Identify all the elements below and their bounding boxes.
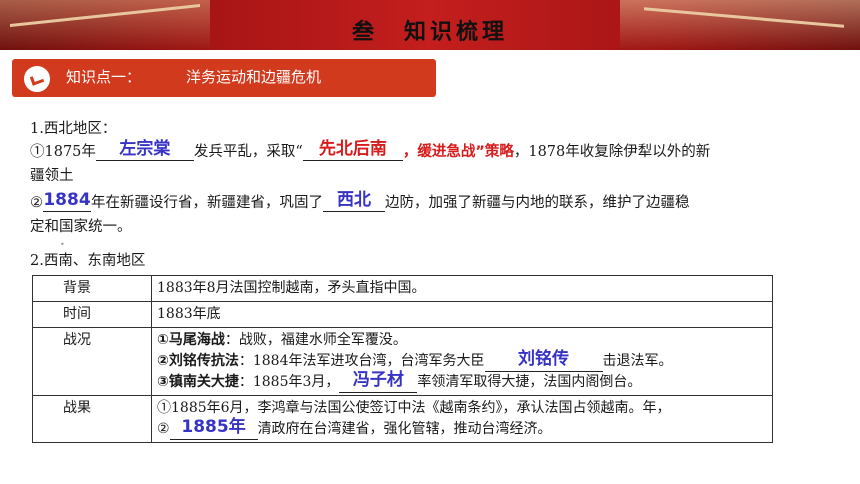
answer-year: 1884 [43, 190, 91, 210]
table-row: 战况 ①马尾海战：战败，福建水师全军覆没。 ②刘铭传抗法：1884年法军进攻台湾… [32, 327, 773, 396]
answer-general: 冯子材 [352, 370, 404, 390]
answer-strategy: 先北后南 [318, 139, 387, 159]
page-title: 叁 知识梳理 [351, 20, 508, 45]
row-text-time: 1883年底 [151, 301, 773, 328]
line2-suffix: 边防，加强了新疆与内地的联系，维护了边疆稳 [385, 195, 690, 211]
answer-person: 左宗棠 [119, 139, 171, 159]
line1-mid: 发兵平乱，采取“ [193, 144, 303, 160]
battle-item-2-suffix: 击退法军。 [602, 353, 673, 369]
result-item-2-prefix: ② [157, 421, 170, 437]
battle-item-3: ③镇南关大捷：1885年3月， 冯子材 率领清军取得大捷，法国内阁倒台。 [157, 370, 767, 393]
war-info-table: 背景 1883年8月法国控制越南，矛头直指中国。 时间 1883年底 战况 ①马… [32, 275, 773, 443]
row-label-time: 时间 [32, 301, 152, 328]
decorative-dot: • [60, 240, 65, 249]
battle-item-3-title: ③镇南关大捷 [157, 374, 239, 390]
table-row: 战果 ①1885年6月，李鸿章与法国公使签订中法《越南条约》，承认法国占领越南。… [32, 395, 773, 443]
row-text-battle: ①马尾海战：战败，福建水师全军覆没。 ②刘铭传抗法：1884年法军进攻台湾，台湾… [151, 327, 773, 396]
battle-item-3-text: ：1885年3月， [238, 374, 340, 390]
answer-region: 西北 [337, 190, 371, 210]
table-row: 时间 1883年底 [32, 301, 773, 328]
answer-province-year: 1885年 [181, 417, 246, 437]
row-label-battle: 战况 [32, 327, 152, 396]
battle-item-2: ②刘铭传抗法：1884年法军进攻台湾，台湾军务大臣 刘铭传 击退法军。 [157, 349, 767, 372]
line1-suffix: ，1878年收复除伊犁以外的新 [513, 144, 711, 160]
row-label-background: 背景 [32, 275, 152, 302]
strategy-tail: ，缓进急战”策略 [402, 144, 514, 160]
answer-blank-general: 冯子材 [339, 370, 418, 393]
check-circle-icon [22, 64, 52, 94]
row-text-background: 1883年8月法国控制越南，矛头直指中国。 [151, 275, 773, 302]
section-topic: 洋务运动和边疆危机 [186, 68, 322, 86]
battle-item-1: ①马尾海战：战败，福建水师全军覆没。 [157, 330, 767, 351]
answer-blank-strategy: 先北后南 [302, 139, 403, 161]
line2-prefix: ② [30, 195, 43, 211]
row-label-result: 战果 [32, 395, 152, 443]
answer-blank-commander: 刘铭传 [484, 349, 603, 372]
battle-item-1-text: ：战败，福建水师全军覆没。 [224, 332, 407, 348]
result-item-1: ①1885年6月，李鸿章与法国公使签订中法《越南条约》，承认法国占领越南。年， [157, 400, 671, 416]
line2-mid: 年在新疆设行省，新疆建省，巩固了 [91, 195, 323, 211]
answer-commander: 刘铭传 [518, 349, 569, 369]
northwest-line-2: ② 1884 年在新疆设行省，新疆建省，巩固了 西北 边防，加强了新疆与内地的联系，维护… [30, 190, 690, 212]
battle-item-3-suffix: 率领清军取得大捷，法国内阁倒台。 [417, 374, 642, 390]
northwest-line-1-wrap: 疆领土 [30, 168, 74, 184]
battle-item-2-text: ：1884年法军进攻台湾，台湾军务大臣 [238, 353, 485, 369]
answer-blank-person: 左宗棠 [95, 139, 194, 161]
answer-blank-region: 西北 [323, 190, 385, 212]
answer-blank-province-year: 1885年 [169, 417, 258, 440]
northwest-line-2-wrap: 定和国家统一。 [30, 219, 132, 235]
result-item-2: ② 1885年 清政府在台湾建省，强化管辖，推动台湾经济。 [157, 417, 767, 440]
northwest-line-1: ①1875年 左宗棠 发兵平乱，采取“ 先北后南 ，缓进急战”策略，1878年收复除伊犁… [30, 139, 711, 161]
southwest-heading: 2.西南、东南地区 [30, 253, 146, 269]
battle-item-1-title: ①马尾海战 [157, 332, 225, 348]
line1-prefix: ①1875年 [30, 144, 96, 160]
section-label: 知识点一： [66, 68, 142, 86]
row-text-result: ①1885年6月，李鸿章与法国公使签订中法《越南条约》，承认法国占领越南。年， … [151, 395, 773, 443]
answer-blank-year: 1884 [43, 190, 91, 212]
battle-item-2-title: ②刘铭传抗法 [157, 353, 239, 369]
result-item-2-suffix: 清政府在台湾建省，强化管辖，推动台湾经济。 [257, 421, 552, 437]
table-row: 背景 1883年8月法国控制越南，矛头直指中国。 [32, 275, 773, 302]
